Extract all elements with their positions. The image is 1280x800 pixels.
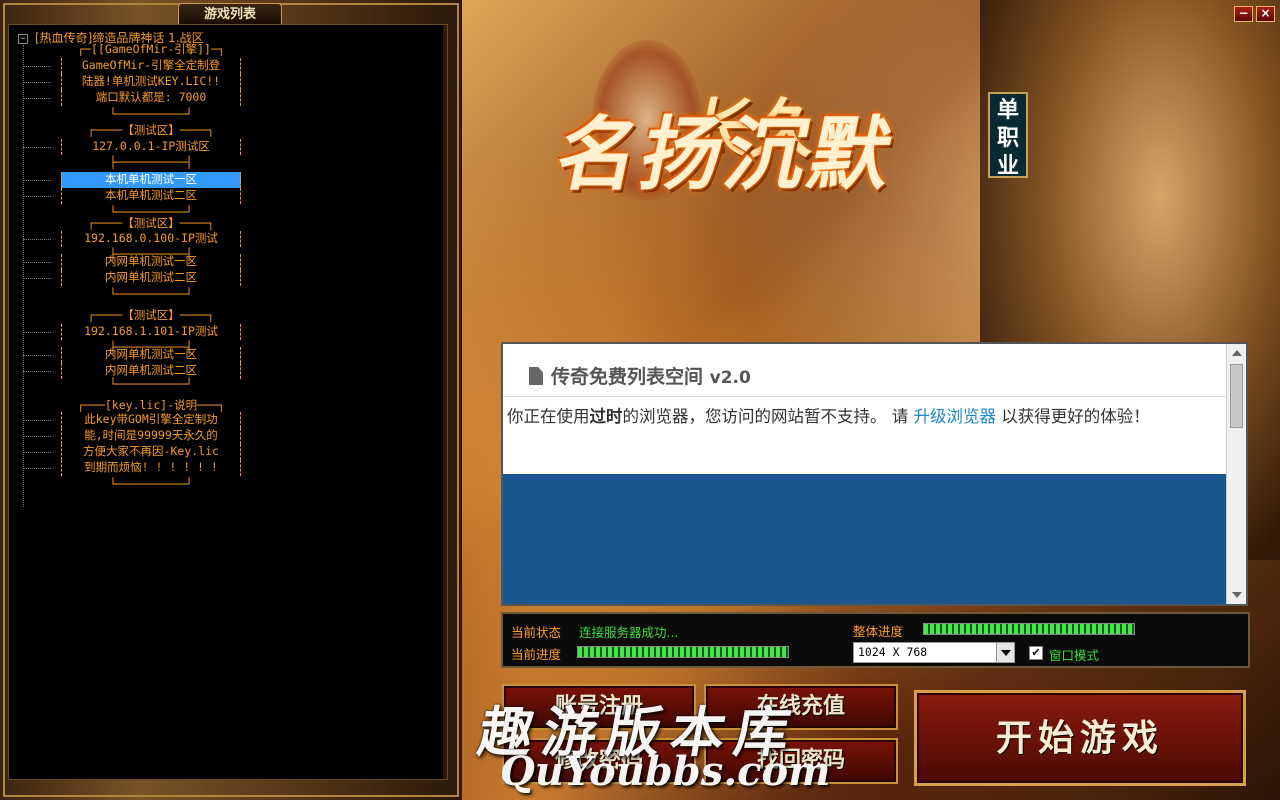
outdated-browser-message: 你正在使用过时的浏览器，您访问的网站暂不支持。 请 升级浏览器 以获得更好的体验… <box>507 404 1225 430</box>
logo-badge: 单职业 <box>988 92 1028 179</box>
tree-branch-line <box>23 332 51 333</box>
server-node[interactable]: 本机单机测试二区 <box>61 188 241 204</box>
chevron-down-icon[interactable] <box>996 643 1014 662</box>
document-icon <box>529 367 543 385</box>
tree-branch-line <box>23 180 51 181</box>
server-node[interactable]: 本机单机测试一区 <box>61 172 241 188</box>
server-node[interactable]: 能,时间是99999天永久的 <box>61 428 241 444</box>
tree-guide-line <box>23 45 24 507</box>
news-browser[interactable]: 传奇免费列表空间 v2.0 你正在使用过时的浏览器，您访问的网站暂不支持。 请 … <box>501 342 1248 606</box>
server-node[interactable]: 192.168.0.100-IP测试 <box>61 231 241 247</box>
current-status-value: 连接服务器成功... <box>579 625 679 640</box>
collapse-icon[interactable]: − <box>18 34 28 44</box>
tree-branch-line <box>23 436 51 437</box>
window-mode-label: 窗口模式 <box>1049 648 1100 663</box>
tree-separator: ┌─[[GameOfMir-引擎]]─┐ <box>77 42 225 56</box>
server-node[interactable]: 内网单机测试一区 <box>61 254 241 270</box>
msg-text: 以获得更好的体验！ <box>996 407 1150 426</box>
server-node[interactable]: 端口默认都是: 7000 <box>61 90 241 106</box>
scroll-thumb[interactable] <box>1230 364 1243 428</box>
tree-branch-line <box>23 468 51 469</box>
server-node[interactable]: 方便大家不再因-Key.lic <box>61 444 241 460</box>
overall-progress-label: 整体进度 <box>853 624 904 639</box>
overall-progress-fill <box>924 624 1134 634</box>
server-list-panel: 游戏列表 − [热血传奇]缔造品牌神话 1.战区 ┌─[[GameOfMir-引… <box>0 0 462 800</box>
scroll-up-icon[interactable] <box>1232 350 1242 356</box>
tree-branch-line <box>23 239 51 240</box>
browser-scrollbar[interactable] <box>1226 344 1246 604</box>
tree-branch-line <box>23 66 51 67</box>
tree-branch-line <box>23 262 51 263</box>
overall-progress-bar <box>923 623 1135 635</box>
tree-branch-line <box>23 98 51 99</box>
game-logo: 名扬沉默 <box>548 107 905 201</box>
browser-heading: 传奇免费列表空间 v2.0 <box>529 362 751 389</box>
current-status-label: 当前状态 <box>511 625 562 640</box>
watermark-url: QuYoubbs.com <box>500 748 831 795</box>
server-node[interactable]: 此key带GOM引擎全定制功 <box>61 412 241 428</box>
server-node[interactable]: 192.168.1.101-IP测试 <box>61 324 241 340</box>
minimize-button[interactable]: − <box>1234 6 1253 22</box>
tree-branch-line <box>23 355 51 356</box>
tree-branch-line <box>23 196 51 197</box>
tree-separator: ┌────【测试区】────┐ <box>87 123 215 137</box>
window-mode-checkbox[interactable]: ✔ <box>1029 646 1043 660</box>
tree-separator: └──────────┘ <box>109 287 193 301</box>
current-progress-bar <box>577 646 789 658</box>
close-button[interactable]: × <box>1256 6 1275 22</box>
server-node[interactable]: 内网单机测试二区 <box>61 270 241 286</box>
resolution-select[interactable]: 1024 X 768 <box>853 642 1015 663</box>
server-node[interactable]: GameOfMir-引擎全定制登 <box>61 58 241 74</box>
browser-version: v2.0 <box>709 368 751 388</box>
tree-branch-line <box>23 278 51 279</box>
divider <box>503 396 1227 397</box>
server-node[interactable]: 陆器!单机测试KEY.LIC!! <box>61 74 241 90</box>
tree-separator: ┌────【测试区】────┐ <box>87 308 215 322</box>
tree-scrollbar[interactable] <box>443 25 447 779</box>
upgrade-browser-link[interactable]: 升级浏览器 <box>914 407 997 426</box>
server-node[interactable]: 内网单机测试一区 <box>61 347 241 363</box>
browser-title-text: 传奇免费列表空间 <box>551 366 704 388</box>
tree-branch-line <box>23 147 51 148</box>
server-node[interactable]: 127.0.0.1-IP测试区 <box>61 139 241 155</box>
tree-branch-line <box>23 452 51 453</box>
resolution-value: 1024 X 768 <box>858 645 928 659</box>
tree-separator: ┌────【测试区】────┐ <box>87 216 215 230</box>
scroll-down-icon[interactable] <box>1232 592 1242 598</box>
server-node[interactable]: 到期而烦恼! ! ! ! ! ! <box>61 460 241 476</box>
status-panel: 当前状态 连接服务器成功... 当前进度 整体进度 1024 X 768 ✔ 窗… <box>501 612 1250 668</box>
msg-bold: 过时 <box>589 407 623 426</box>
tree-separator: └──────────┘ <box>109 477 193 491</box>
tree-separator: └──────────┘ <box>109 107 193 121</box>
tree-branch-line <box>23 82 51 83</box>
current-progress-label: 当前进度 <box>511 647 562 662</box>
tree-branch-line <box>23 371 51 372</box>
start-game-button[interactable]: 开始游戏 <box>914 690 1246 786</box>
msg-text: 你正在使用 <box>507 407 590 426</box>
tree-separator: └──────────┘ <box>109 377 193 391</box>
tree-separator: ├──────────┤ <box>109 155 193 169</box>
current-progress-fill <box>578 647 788 657</box>
browser-content-area <box>503 474 1227 604</box>
tree-branch-line <box>23 420 51 421</box>
server-tree[interactable]: − [热血传奇]缔造品牌神话 1.战区 ┌─[[GameOfMir-引擎]]─┐… <box>8 24 448 780</box>
msg-text: 的浏览器，您访问的网站暂不支持。 请 <box>622 407 914 426</box>
